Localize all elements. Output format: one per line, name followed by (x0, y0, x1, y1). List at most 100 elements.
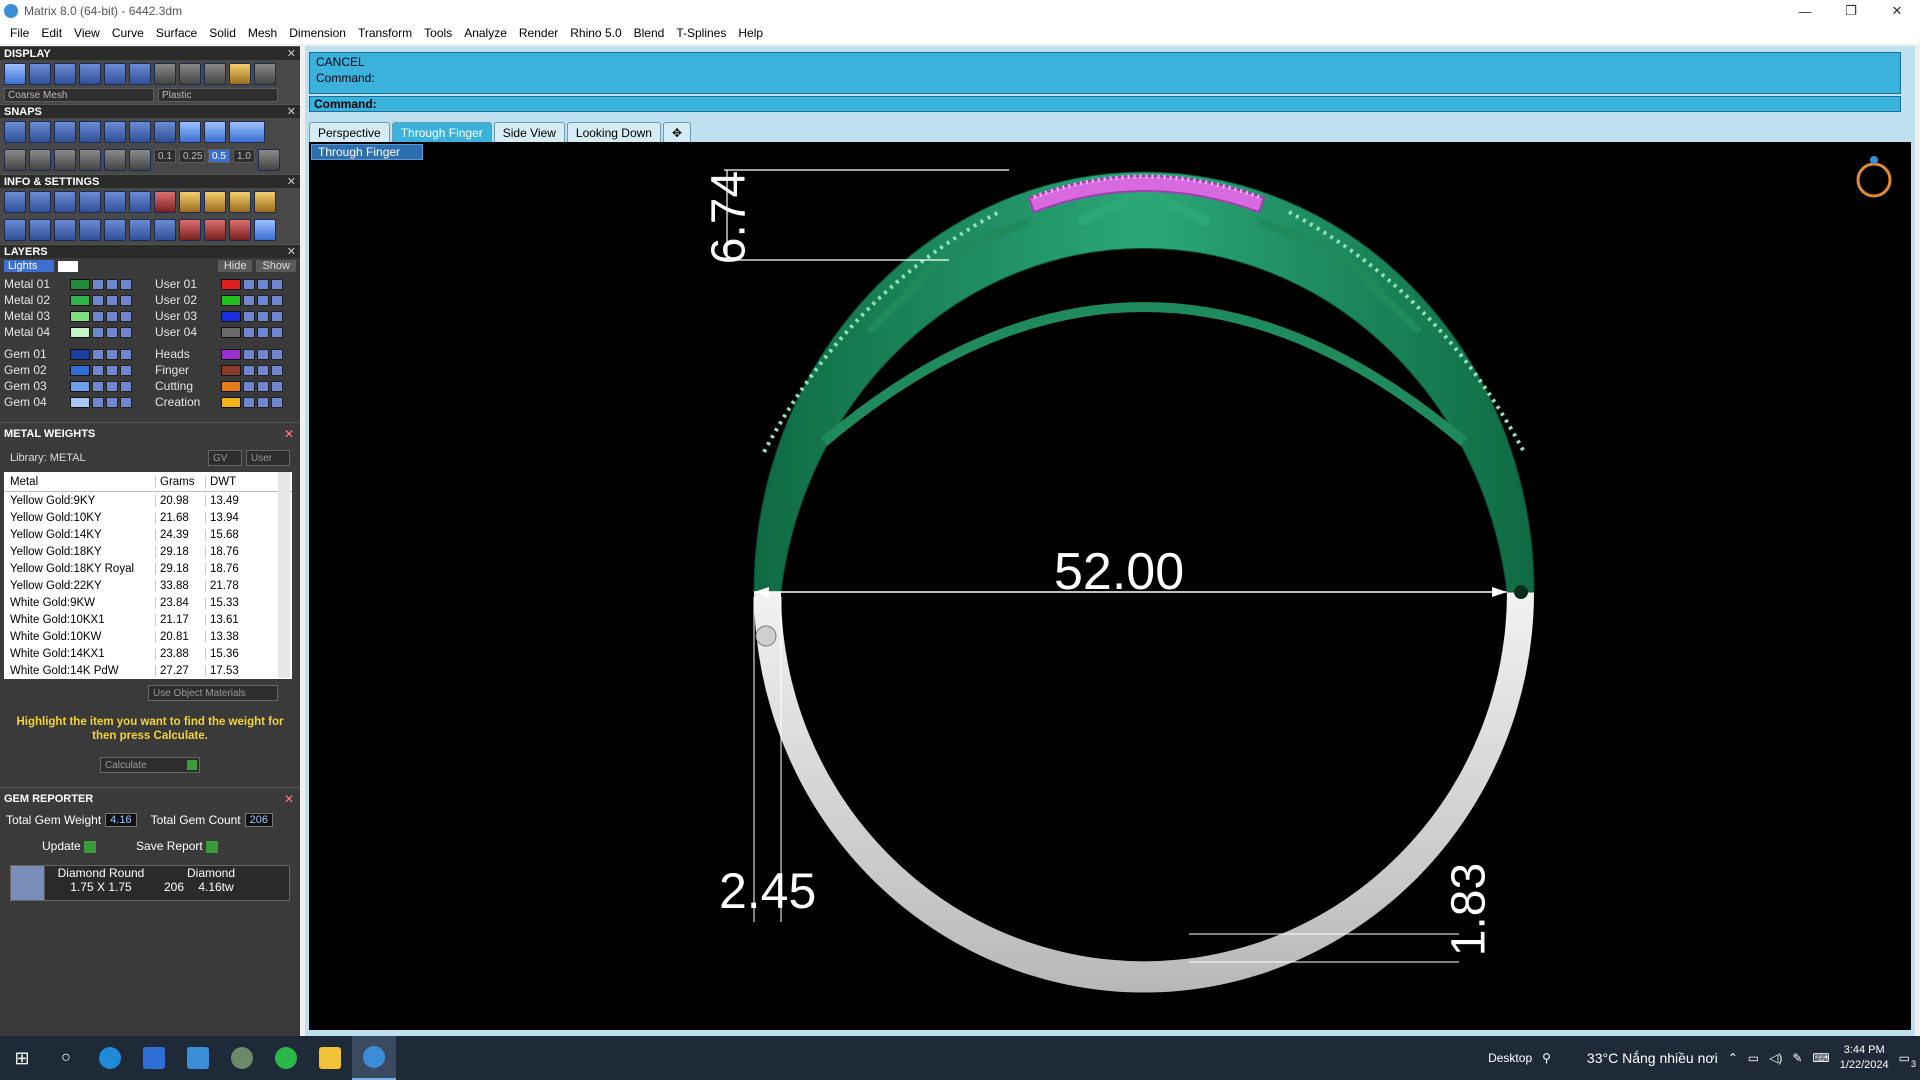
select-icon[interactable] (120, 278, 132, 290)
snap-point-icon[interactable] (54, 121, 76, 143)
render-settings-icon[interactable] (179, 191, 201, 213)
zoom-icon[interactable] (29, 191, 51, 213)
wireframe-icon[interactable] (4, 63, 26, 85)
select-icon[interactable] (120, 310, 132, 322)
keyboard-icon[interactable]: ⌨ (1812, 1051, 1829, 1065)
select-icon[interactable] (120, 364, 132, 376)
select-icon[interactable] (120, 326, 132, 338)
transform-icon[interactable] (204, 219, 226, 241)
start-button[interactable]: ⊞ (0, 1036, 44, 1080)
hide-button[interactable]: Hide (217, 260, 253, 272)
lock-icon[interactable] (92, 278, 104, 290)
menu-curve[interactable]: Curve (112, 26, 144, 40)
lock-icon[interactable] (243, 326, 255, 338)
menu-surface[interactable]: Surface (156, 26, 197, 40)
table-row[interactable]: Yellow Gold:9KY 20.98 13.49 (4, 492, 292, 509)
volume-icon[interactable]: ◁) (1769, 1051, 1782, 1065)
select-icon[interactable] (120, 380, 132, 392)
lights-color-swatch[interactable] (58, 260, 78, 272)
snap-mid-icon[interactable] (79, 121, 101, 143)
table-row[interactable]: Yellow Gold:18KY Royal 29.18 18.76 (4, 560, 292, 577)
menu-dimension[interactable]: Dimension (289, 26, 346, 40)
layer-color-swatch[interactable] (70, 348, 90, 360)
chrome-sphere-icon[interactable] (179, 63, 201, 85)
mesh-quality-select[interactable]: Coarse Mesh (4, 88, 154, 102)
col-dwt[interactable]: DWT (206, 476, 276, 488)
show-button[interactable]: Show (256, 260, 296, 272)
snap-perp-icon[interactable] (104, 121, 126, 143)
smart-track-icon[interactable] (129, 149, 151, 171)
app-button-1[interactable] (220, 1036, 264, 1080)
history-icon[interactable] (254, 219, 276, 241)
snap-value-1-0[interactable]: 1.0 (233, 149, 255, 163)
menu-rhino[interactable]: Rhino 5.0 (570, 26, 621, 40)
gumball-icon[interactable] (229, 219, 251, 241)
layer-row-right-7[interactable]: Creation (155, 394, 300, 410)
menu-transform[interactable]: Transform (358, 26, 412, 40)
select-icon[interactable] (271, 294, 283, 306)
select-icon[interactable] (271, 348, 283, 360)
maximize-button[interactable]: ❐ (1828, 0, 1874, 22)
cplane-icon[interactable] (104, 149, 126, 171)
grid-icon[interactable] (129, 63, 151, 85)
layer-row-right-5[interactable]: Finger (155, 362, 300, 378)
lock-icon[interactable] (243, 396, 255, 408)
notifications-icon[interactable]: ▭ 3 (1899, 1051, 1916, 1069)
layer-color-swatch[interactable] (70, 326, 90, 338)
layer-row-right-2[interactable]: User 03 (155, 308, 300, 324)
gold-sphere-icon[interactable] (229, 63, 251, 85)
measure-icon[interactable] (79, 149, 101, 171)
update-button[interactable]: Update (42, 839, 97, 853)
menu-file[interactable]: File (10, 26, 29, 40)
lock-icon[interactable] (92, 294, 104, 306)
visibility-icon[interactable] (257, 364, 269, 376)
visibility-icon[interactable] (106, 396, 118, 408)
visibility-icon[interactable] (257, 348, 269, 360)
layer-row-right-6[interactable]: Cutting (155, 378, 300, 394)
layer-color-swatch[interactable] (221, 310, 241, 322)
render-view-icon[interactable] (104, 63, 126, 85)
lock-icon[interactable] (92, 380, 104, 392)
store-button[interactable] (132, 1036, 176, 1080)
gem-list-item[interactable]: Diamond Round Diamond 1.75 X 1.75 206 4.16t… (10, 865, 290, 901)
snap-near-icon[interactable] (29, 121, 51, 143)
visibility-icon[interactable] (106, 380, 118, 392)
paste-icon[interactable] (229, 191, 251, 213)
render-sphere-icon[interactable] (79, 63, 101, 85)
cube-icon[interactable] (154, 191, 176, 213)
matrix-taskbar-button[interactable] (352, 1036, 396, 1080)
chevron-up-icon[interactable]: ⌃ (1728, 1051, 1738, 1065)
layer-row-right-3[interactable]: User 04 (155, 324, 300, 340)
notes-icon[interactable] (129, 191, 151, 213)
snap-value-0-5[interactable]: 0.5 (208, 149, 230, 163)
calculate-button[interactable]: Calculate (100, 757, 200, 773)
visibility-icon[interactable] (106, 294, 118, 306)
gem-sphere-icon[interactable] (204, 63, 226, 85)
shaded-sphere-icon[interactable] (54, 63, 76, 85)
layer-row-left-6[interactable]: Gem 03 (4, 378, 149, 394)
network-icon[interactable]: ▭ (1748, 1051, 1759, 1065)
layer-row-left-5[interactable]: Gem 02 (4, 362, 149, 378)
tab-looking-down[interactable]: Looking Down (566, 122, 661, 142)
tab-through-finger[interactable]: Through Finger (391, 122, 492, 142)
desktop-toolbar[interactable]: Desktop (1488, 1051, 1532, 1065)
material-select[interactable]: Plastic (158, 88, 278, 102)
visibility-icon[interactable] (106, 278, 118, 290)
layer-row-right-0[interactable]: User 01 (155, 276, 300, 292)
lock-icon[interactable] (243, 310, 255, 322)
minimize-button[interactable]: — (1782, 0, 1828, 22)
visibility-icon[interactable] (257, 278, 269, 290)
lock-icon[interactable] (243, 278, 255, 290)
menu-render[interactable]: Render (519, 26, 558, 40)
menu-analyze[interactable]: Analyze (464, 26, 507, 40)
grid-settings-icon[interactable] (258, 149, 280, 171)
layer-row-left-0[interactable]: Metal 01 (4, 276, 149, 292)
use-object-materials-checkbox[interactable]: Use Object Materials (148, 685, 278, 701)
table-row[interactable]: Yellow Gold:10KY 21.68 13.94 (4, 509, 292, 526)
layer-row-left-4[interactable]: Gem 01 (4, 346, 149, 362)
col-metal[interactable]: Metal (4, 475, 156, 488)
table-row[interactable]: White Gold:14KX1 23.88 15.36 (4, 645, 292, 662)
layer-row-left-7[interactable]: Gem 04 (4, 394, 149, 410)
table-row[interactable]: Yellow Gold:18KY 29.18 18.76 (4, 543, 292, 560)
people-icon[interactable]: ⚲ (1542, 1051, 1551, 1065)
